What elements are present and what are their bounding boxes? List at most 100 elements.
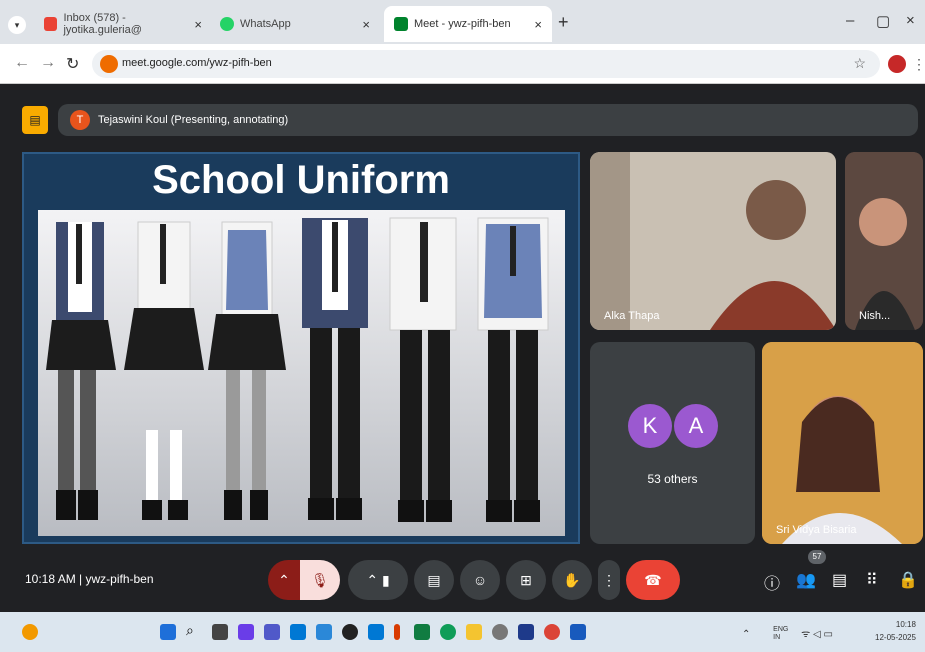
participant-video (762, 342, 923, 544)
participant-avatar: A (674, 404, 718, 448)
chat-icon[interactable]: ▤ (832, 570, 847, 590)
tab-gmail-label: Inbox (578) - jyotika.guleria@ (63, 12, 142, 36)
whatsapp-icon (220, 17, 234, 31)
gmail-icon (44, 17, 58, 31)
presenter-label: Tejaswini Koul (Presenting, annotating) (98, 114, 289, 126)
participant-name: Alka Thapa (604, 310, 660, 322)
address-bar[interactable]: meet.google.com/ywz-pifh-ben ☆ (92, 50, 880, 78)
address-row: ← → ↻ meet.google.com/ywz-pifh-ben ☆ (0, 44, 925, 84)
uniform-figures (46, 217, 549, 522)
present-button[interactable]: ⊞ (506, 560, 546, 600)
audio-options-button[interactable]: ⌃ (268, 560, 300, 600)
participant-avatar: K (628, 404, 672, 448)
participant-video (590, 152, 836, 330)
lang-indicator[interactable]: ENG IN (773, 626, 788, 642)
minimize-button[interactable]: – (846, 12, 854, 29)
participant-name: Sri Vidya Bisaria (776, 524, 857, 536)
participant-tile[interactable]: Alka Thapa (590, 152, 836, 330)
meet-icon (394, 17, 408, 31)
battery-icon[interactable]: ▭ (824, 629, 833, 640)
teams-icon[interactable] (264, 624, 280, 640)
chrome-icon[interactable] (544, 624, 560, 640)
figure-5 (389, 217, 457, 522)
start-icon[interactable] (160, 624, 176, 640)
participant-name: Nish... (859, 310, 891, 322)
app-icon[interactable] (342, 624, 358, 640)
restore-button[interactable]: ▢ (876, 12, 890, 30)
new-tab-button[interactable]: + (558, 12, 569, 33)
people-icon[interactable]: 👥 (796, 570, 816, 590)
app-icon[interactable] (518, 624, 534, 640)
task-view-icon[interactable] (212, 624, 228, 640)
volume-icon[interactable]: ◁ (813, 629, 821, 640)
bookmark-star-icon[interactable]: ☆ (853, 55, 866, 72)
forward-icon[interactable]: → (40, 54, 56, 72)
site-info-icon[interactable] (100, 55, 118, 73)
taskbar-clock[interactable]: 10:18 12-05-2025 (875, 618, 916, 644)
app-icon[interactable] (394, 624, 400, 640)
taskbar-date: 12-05-2025 (875, 633, 916, 642)
raise-hand-button[interactable]: ✋ (552, 560, 592, 600)
meeting-code: ywz-pifh-ben (85, 572, 154, 586)
url-text: meet.google.com/ywz-pifh-ben (122, 57, 272, 69)
close-tab-icon[interactable]: × (534, 17, 542, 32)
others-tile[interactable]: K A 53 others (590, 342, 755, 544)
close-tab-icon[interactable]: × (362, 17, 370, 32)
tab-meet[interactable]: Meet - ywz-pifh-ben × (384, 6, 552, 42)
captions-button[interactable]: ▤ (414, 560, 454, 600)
tab-meet-label: Meet - ywz-pifh-ben (414, 18, 511, 30)
browser-menu-icon[interactable]: ⋮ (912, 56, 925, 73)
figure-6 (477, 217, 549, 522)
tab-gmail[interactable]: Inbox (578) - jyotika.guleria@ × (34, 6, 212, 42)
figure-4 (302, 218, 368, 520)
video-options-button[interactable]: ⌃ ▮ (348, 560, 408, 600)
tab-search-button[interactable]: ▾ (8, 16, 26, 34)
more-options-button[interactable]: ⋮ (598, 560, 620, 600)
profile-avatar[interactable] (888, 55, 906, 73)
presenter-banner: T Tejaswini Koul (Presenting, annotating… (58, 104, 918, 136)
control-bar: 10:18 AM | ywz-pifh-ben ⌃ 🎙 ⌃ ▮ ▤ ☺ ⊞ ✋ … (0, 550, 925, 608)
file-explorer-icon[interactable] (466, 624, 482, 640)
app-icon[interactable] (316, 624, 332, 640)
reload-icon[interactable]: ↻ (66, 54, 79, 74)
word-icon[interactable] (570, 624, 586, 640)
app-icon[interactable] (290, 624, 306, 640)
wifi-icon[interactable]: ᯤ (801, 629, 810, 640)
taskbar: ⌕ ⌃ ENG IN ᯤ ◁ ▭ 10:18 12-05-2025 (0, 612, 925, 652)
participant-video (845, 152, 923, 330)
emoji-button[interactable]: ☺ (460, 560, 500, 600)
meeting-time: 10:18 AM (25, 572, 76, 586)
system-tray[interactable]: ⌃ ENG IN ᯤ ◁ ▭ (742, 626, 833, 642)
slide-title: School Uniform (152, 158, 450, 202)
activities-icon[interactable]: ⠿ (866, 570, 878, 590)
tray-chevron-icon[interactable]: ⌃ (742, 629, 750, 640)
figure-2 (124, 221, 204, 520)
figure-3 (208, 221, 286, 520)
leave-call-button[interactable]: ☎ (626, 560, 680, 600)
slides-icon[interactable]: ▤ (22, 106, 48, 134)
participant-tile[interactable]: Sri Vidya Bisaria (762, 342, 923, 544)
tab-bar: ▾ Inbox (578) - jyotika.guleria@ × Whats… (0, 0, 925, 44)
close-tab-icon[interactable]: × (194, 17, 202, 32)
people-count-badge: 57 (808, 550, 826, 564)
tab-whatsapp[interactable]: WhatsApp × (210, 6, 380, 42)
lang-label: ENG (773, 626, 789, 634)
edge-icon[interactable] (440, 624, 456, 640)
meet-window: ▤ T Tejaswini Koul (Presenting, annotati… (0, 84, 925, 612)
others-count: 53 others (647, 472, 698, 486)
close-window-button[interactable]: × (906, 12, 915, 29)
presenter-avatar: T (70, 110, 90, 130)
host-controls-icon[interactable]: 🔒 (898, 570, 918, 590)
back-icon[interactable]: ← (14, 54, 30, 72)
meeting-info-icon[interactable]: ⓘ (764, 570, 780, 594)
search-icon[interactable]: ⌕ (186, 622, 202, 638)
mic-off-button[interactable]: 🎙 (300, 560, 340, 600)
presentation-slide: School Uniform (22, 152, 580, 544)
app-icon[interactable] (238, 624, 254, 640)
app-icon[interactable] (368, 624, 384, 640)
uniform-illustration (38, 210, 565, 536)
participant-tile[interactable]: Nish... (845, 152, 923, 330)
weather-icon[interactable] (22, 624, 38, 640)
app-icon[interactable] (492, 624, 508, 640)
app-icon[interactable] (414, 624, 430, 640)
